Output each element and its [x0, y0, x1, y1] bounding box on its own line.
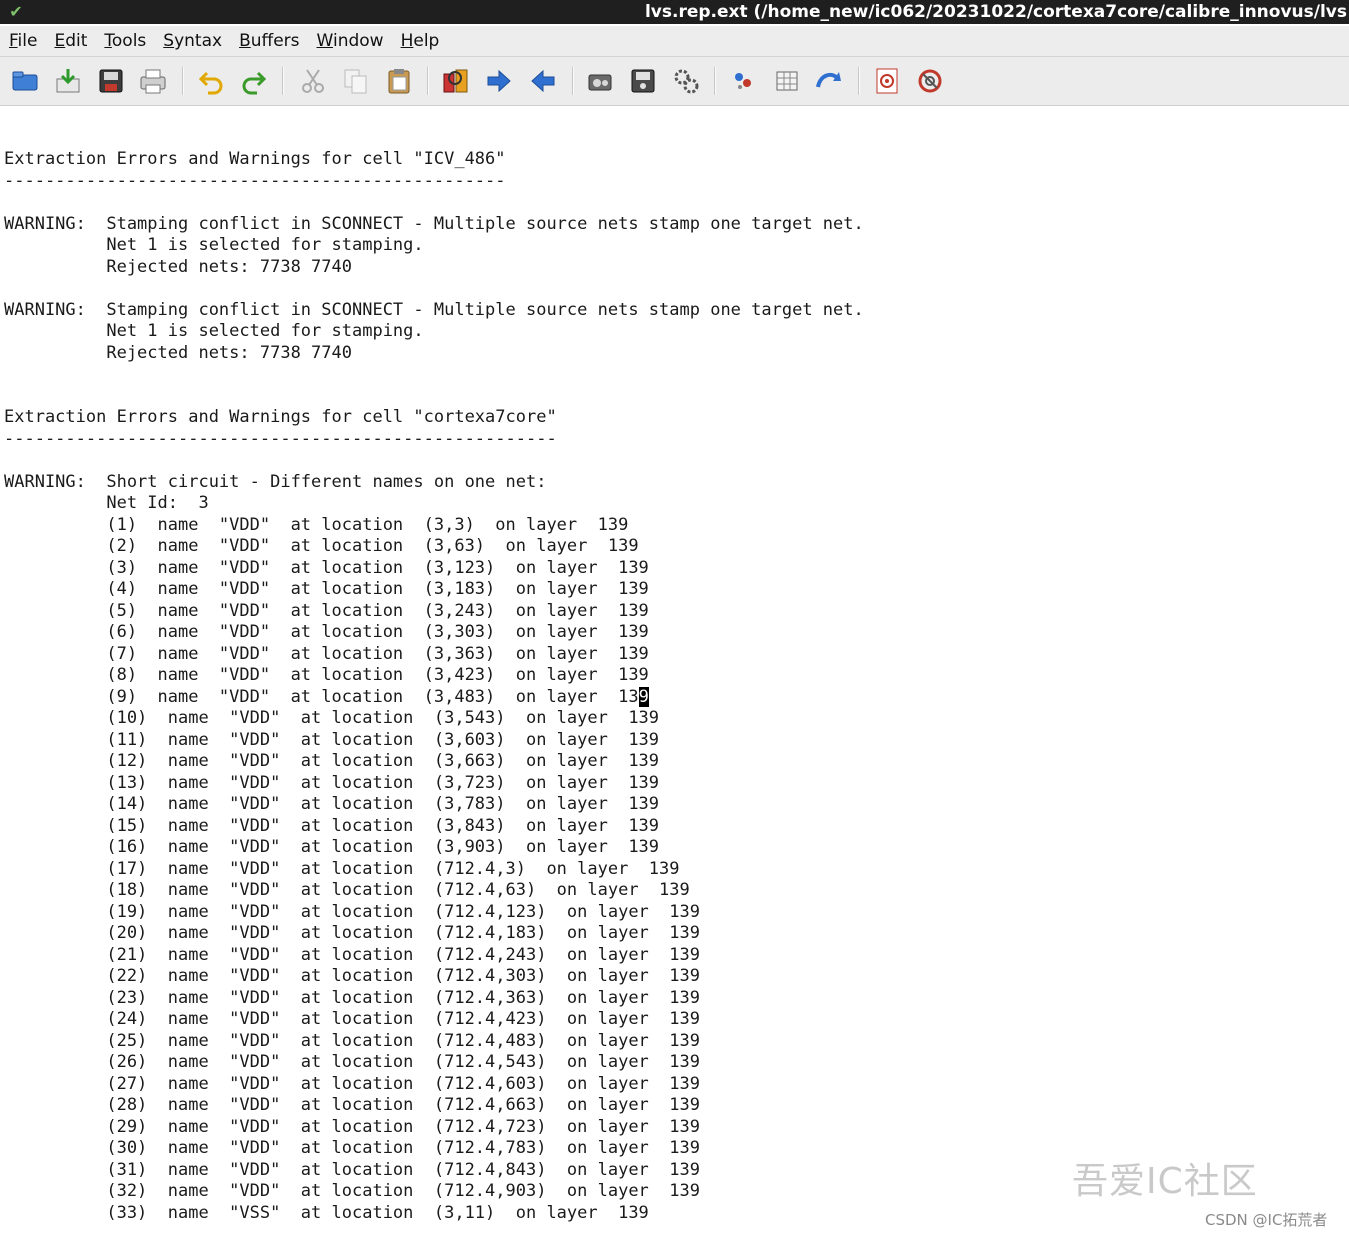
print-icon[interactable] [137, 65, 169, 97]
text-line: (7) name "VDD" at location (3,363) on la… [4, 643, 649, 664]
paste-icon[interactable] [383, 65, 415, 97]
text-line: (12) name "VDD" at location (3,663) on l… [4, 751, 660, 771]
toolbar-separator [427, 67, 429, 95]
cut-icon[interactable] [297, 65, 329, 97]
menu-bar: File Edit Tools Syntax Buffers Window He… [0, 26, 1349, 57]
toolbar-separator [572, 67, 574, 95]
text-line: (10) name "VDD" at location (3,543) on l… [4, 708, 660, 728]
menu-help[interactable]: Help [401, 31, 440, 51]
text-line: Extraction Errors and Warnings for cell … [4, 149, 506, 169]
text-line: (29) name "VDD" at location (712.4,723) … [4, 1116, 700, 1137]
save-icon[interactable] [52, 65, 84, 97]
text-line: (27) name "VDD" at location (712.4,603) … [4, 1073, 700, 1094]
toolbar-separator [182, 67, 184, 95]
text-line: (30) name "VDD" at location (712.4,783) … [4, 1138, 700, 1158]
text-line: (3) name "VDD" at location (3,123) on la… [4, 557, 649, 578]
run-script-icon[interactable] [670, 65, 702, 97]
menu-syntax[interactable]: Syntax [163, 31, 222, 51]
copy-icon[interactable] [340, 65, 372, 97]
toolbar-separator [282, 67, 284, 95]
text-line: (4) name "VDD" at location (3,183) on la… [4, 579, 649, 599]
text-line: Rejected nets: 7738 7740 [4, 342, 352, 363]
toolbar-separator [714, 67, 716, 95]
text-cursor: 9 [638, 686, 649, 707]
text-line: Net 1 is selected for stamping. [4, 321, 424, 341]
load-session-icon[interactable] [584, 65, 616, 97]
text-line: Net Id: 3 [4, 493, 209, 513]
save-all-icon[interactable] [95, 65, 127, 97]
menu-edit[interactable]: Edit [54, 31, 87, 51]
text-line: (22) name "VDD" at location (712.4,303) … [4, 966, 700, 986]
text-line: (32) name "VDD" at location (712.4,903) … [4, 1181, 700, 1201]
find-replace-icon[interactable] [440, 65, 472, 97]
toolbar [0, 57, 1349, 106]
find-help-icon[interactable] [914, 65, 946, 97]
undo-icon[interactable] [196, 65, 228, 97]
text-line: Rejected nets: 7738 7740 [4, 256, 352, 277]
watermark-text: 吾爱IC社区 [1072, 1161, 1258, 1202]
text-line: WARNING: Short circuit - Different names… [4, 471, 547, 492]
open-icon[interactable] [9, 65, 41, 97]
text-line: (28) name "VDD" at location (712.4,663) … [4, 1095, 700, 1115]
text-line: (8) name "VDD" at location (3,423) on la… [4, 665, 649, 685]
text-line: (18) name "VDD" at location (712.4,63) o… [4, 880, 690, 900]
text-line: (20) name "VDD" at location (712.4,183) … [4, 923, 700, 943]
text-line: (6) name "VDD" at location (3,303) on la… [4, 622, 649, 642]
find-next-icon[interactable] [483, 65, 515, 97]
text-line: ----------------------------------------… [4, 428, 557, 449]
text-line: (25) name "VDD" at location (712.4,483) … [4, 1030, 700, 1051]
text-editor[interactable]: Extraction Errors and Warnings for cell … [0, 106, 1349, 1237]
text-line: (23) name "VDD" at location (712.4,363) … [4, 987, 700, 1008]
text-line: (15) name "VDD" at location (3,843) on l… [4, 815, 660, 836]
window-title: lvs.rep.ext (/home_new/ic062/20231022/co… [644, 2, 1347, 22]
shell-icon[interactable] [771, 65, 803, 97]
text-line: (17) name "VDD" at location (712.4,3) on… [4, 858, 680, 879]
text-line: (19) name "VDD" at location (712.4,123) … [4, 901, 700, 922]
text-line: ----------------------------------------… [4, 170, 506, 191]
csdn-credit: CSDN @IC拓荒者 [1205, 1211, 1328, 1229]
help-icon[interactable] [871, 65, 903, 97]
text-line: Net 1 is selected for stamping. [4, 235, 424, 255]
menu-file[interactable]: File [9, 31, 37, 51]
menu-window[interactable]: Window [317, 31, 384, 51]
text-line: (9) name "VDD" at location (3,483) on la… [4, 686, 649, 707]
text-line: (14) name "VDD" at location (3,783) on l… [4, 794, 660, 814]
text-line: (11) name "VDD" at location (3,603) on l… [4, 729, 660, 750]
text-line: (13) name "VDD" at location (3,723) on l… [4, 772, 660, 793]
text-line: (31) name "VDD" at location (712.4,843) … [4, 1159, 700, 1180]
text-line: WARNING: Stamping conflict in SCONNECT -… [4, 299, 864, 320]
menu-tools[interactable]: Tools [104, 31, 146, 51]
text-line: Extraction Errors and Warnings for cell … [4, 407, 557, 427]
title-bar: ✔ lvs.rep.ext (/home_new/ic062/20231022/… [0, 0, 1349, 24]
text-line: (24) name "VDD" at location (712.4,423) … [4, 1009, 700, 1029]
vim-icon[interactable]: ✔ [6, 2, 26, 22]
text-line: (33) name "VSS" at location (3,11) on la… [4, 1202, 649, 1223]
make-icon[interactable] [727, 65, 759, 97]
text-line: (1) name "VDD" at location (3,3) on laye… [4, 514, 629, 535]
menu-buffers[interactable]: Buffers [239, 31, 299, 51]
text-line: (16) name "VDD" at location (3,903) on l… [4, 837, 660, 857]
find-prev-icon[interactable] [527, 65, 559, 97]
redo-icon[interactable] [237, 65, 269, 97]
text-line: WARNING: Stamping conflict in SCONNECT -… [4, 213, 864, 234]
text-line: (5) name "VDD" at location (3,243) on la… [4, 600, 649, 621]
text-line: (2) name "VDD" at location (3,63) on lay… [4, 536, 639, 556]
toolbar-separator [858, 67, 860, 95]
save-session-icon[interactable] [627, 65, 659, 97]
text-line: (26) name "VDD" at location (712.4,543) … [4, 1052, 700, 1072]
ctags-jump-icon[interactable] [813, 65, 845, 97]
text-line: (21) name "VDD" at location (712.4,243) … [4, 944, 700, 965]
